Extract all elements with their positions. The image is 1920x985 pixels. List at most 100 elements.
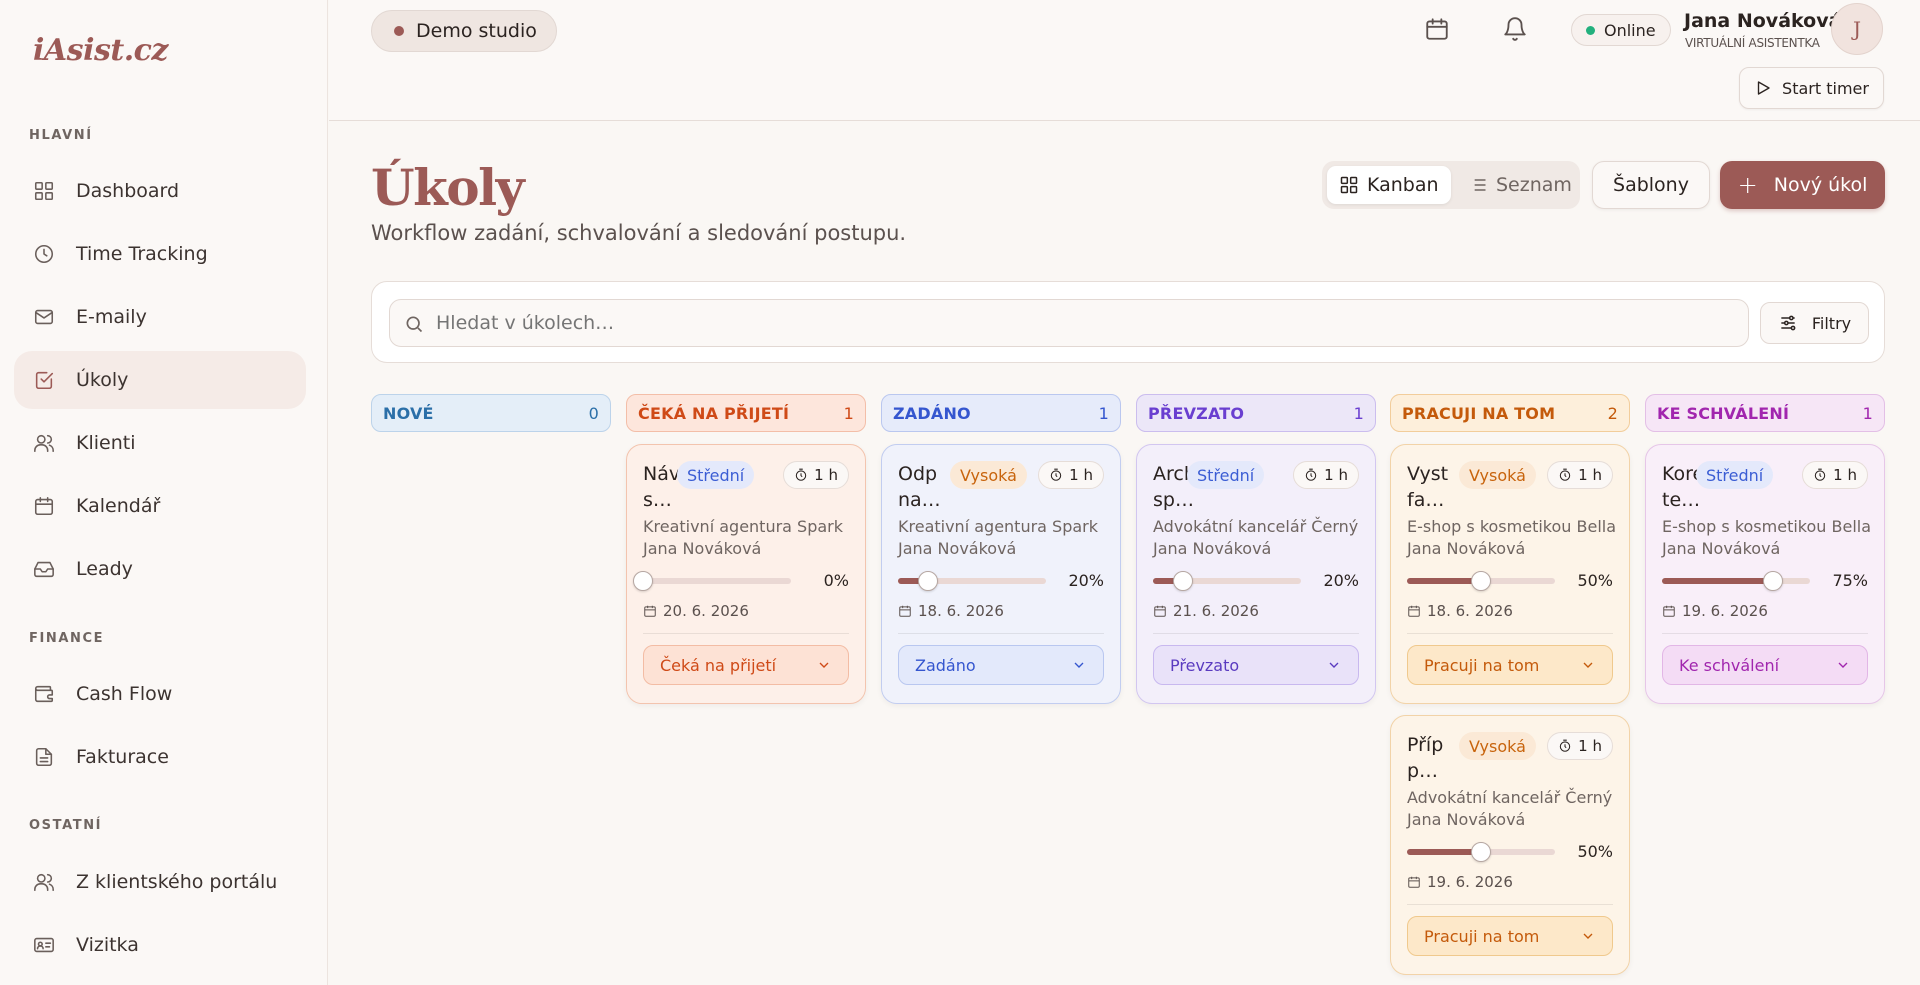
new-task-button[interactable]: + Nový úkol bbox=[1720, 161, 1885, 209]
estimate-badge: 1 h bbox=[1802, 461, 1868, 489]
progress-slider[interactable] bbox=[1662, 571, 1810, 591]
timer-icon bbox=[1050, 468, 1062, 481]
status-select[interactable]: Pracuji na tom bbox=[1407, 645, 1613, 685]
progress-slider[interactable] bbox=[898, 571, 1046, 591]
progress-slider[interactable] bbox=[1407, 571, 1555, 591]
task-title-line: na… bbox=[898, 489, 941, 511]
status-select-value: Pracuji na tom bbox=[1424, 655, 1540, 675]
id-card-icon bbox=[32, 933, 56, 957]
avatar[interactable]: J bbox=[1831, 3, 1883, 55]
sliders-icon bbox=[1781, 315, 1796, 331]
estimate-label: 1 h bbox=[1578, 466, 1602, 484]
progress-handle[interactable] bbox=[633, 571, 653, 591]
view-list-button[interactable]: Seznam bbox=[1456, 166, 1584, 204]
task-client: E-shop s kosmetikou Bella bbox=[1662, 517, 1872, 536]
status-select[interactable]: Převzato bbox=[1153, 645, 1359, 685]
task-title-line: fa… bbox=[1407, 489, 1445, 511]
search-input[interactable] bbox=[389, 299, 1749, 347]
user-role: VIRTUÁLNÍ ASISTENTKA bbox=[1685, 36, 1820, 50]
bell-icon[interactable] bbox=[1500, 14, 1530, 44]
progress-handle[interactable] bbox=[1471, 571, 1491, 591]
task-card[interactable]: Odp na… Vysoká 1 h Kreativní agentura Sp… bbox=[881, 444, 1121, 704]
progress-slider[interactable] bbox=[1407, 842, 1555, 862]
progress-fill bbox=[1407, 578, 1481, 584]
templates-button[interactable]: Šablony bbox=[1592, 161, 1710, 209]
sidebar-item-label: Úkoly bbox=[76, 369, 129, 391]
grid-icon bbox=[1340, 176, 1358, 194]
progress-handle[interactable] bbox=[918, 571, 938, 591]
task-card[interactable]: Vyst fa… Vysoká 1 h E-shop s kosmetikou … bbox=[1390, 444, 1630, 704]
status-select[interactable]: Čeká na přijetí bbox=[643, 645, 849, 685]
sidebar-item-invoicing[interactable]: Fakturace bbox=[14, 728, 306, 786]
sidebar-item-cash-flow[interactable]: Cash Flow bbox=[14, 665, 306, 723]
due-date: 21. 6. 2026 bbox=[1153, 602, 1259, 620]
task-card[interactable]: Kore te… Střední 1 h E-shop s kosmetikou… bbox=[1645, 444, 1885, 704]
start-timer-button[interactable]: Start timer bbox=[1739, 67, 1884, 109]
estimate-badge: 1 h bbox=[1293, 461, 1359, 489]
status-badge[interactable]: Online bbox=[1571, 14, 1671, 46]
task-title[interactable]: Vyst fa… bbox=[1407, 461, 1452, 513]
estimate-label: 1 h bbox=[1833, 466, 1857, 484]
sidebar-item-time-tracking[interactable]: Time Tracking bbox=[14, 225, 306, 283]
status-select[interactable]: Pracuji na tom bbox=[1407, 916, 1613, 956]
sidebar-item-calendar[interactable]: Kalendář bbox=[14, 477, 306, 535]
studio-switcher[interactable]: Demo studio bbox=[371, 10, 557, 52]
sidebar-item-leads[interactable]: Leady bbox=[14, 540, 306, 598]
task-client: Kreativní agentura Spark bbox=[643, 517, 844, 536]
filters-button[interactable]: Filtry bbox=[1760, 302, 1869, 344]
estimate-label: 1 h bbox=[1069, 466, 1093, 484]
app-logo[interactable]: iAsist.cz bbox=[33, 33, 168, 68]
calendar-icon[interactable] bbox=[1422, 14, 1452, 44]
new-task-label: Nový úkol bbox=[1773, 174, 1868, 196]
estimate-label: 1 h bbox=[1578, 737, 1602, 755]
task-card[interactable]: Příp p… Vysoká 1 h Advokátní kancelář Če… bbox=[1390, 715, 1630, 975]
card-divider bbox=[1662, 633, 1868, 634]
page-title: Úkoly bbox=[371, 158, 525, 217]
sidebar-item-dashboard[interactable]: Dashboard bbox=[14, 162, 306, 220]
calendar-icon bbox=[1154, 605, 1166, 617]
card-divider bbox=[898, 633, 1104, 634]
file-icon bbox=[32, 745, 56, 769]
status-select[interactable]: Ke schválení bbox=[1662, 645, 1868, 685]
progress-slider[interactable] bbox=[1153, 571, 1301, 591]
task-card[interactable]: Návi s… Střední 1 h Kreativní agentura S… bbox=[626, 444, 866, 704]
chevron-down-icon bbox=[1329, 662, 1339, 668]
column-header-assigned: ZADÁNO 1 bbox=[881, 394, 1121, 432]
progress-slider[interactable] bbox=[633, 571, 791, 591]
progress-handle[interactable] bbox=[1471, 842, 1491, 862]
task-card[interactable]: Arch sp… Střední 1 h Advokátní kancelář … bbox=[1136, 444, 1376, 704]
column-header-new: NOVÉ 0 bbox=[371, 394, 611, 432]
column-title: PŘEVZATO bbox=[1148, 403, 1245, 423]
chevron-down-icon bbox=[1074, 662, 1084, 668]
progress-handle[interactable] bbox=[1763, 571, 1783, 591]
chevron-down-icon bbox=[1838, 662, 1848, 668]
sidebar-item-business-card[interactable]: Vizitka bbox=[14, 916, 306, 974]
calendar-icon bbox=[1408, 876, 1420, 888]
status-select-value: Ke schválení bbox=[1679, 655, 1780, 675]
column-title: PRACUJI NA TOM bbox=[1402, 403, 1556, 423]
card-divider bbox=[1153, 633, 1359, 634]
filters-label: Filtry bbox=[1811, 313, 1852, 333]
task-title[interactable]: Odp na… bbox=[898, 461, 943, 513]
sidebar-item-label: Time Tracking bbox=[76, 243, 208, 265]
view-kanban-button[interactable]: Kanban bbox=[1327, 166, 1451, 204]
timer-icon bbox=[795, 468, 807, 481]
sidebar-item-tasks[interactable]: Úkoly bbox=[14, 351, 306, 409]
status-select[interactable]: Zadáno bbox=[898, 645, 1104, 685]
sidebar-item-client-portal[interactable]: Z klientského portálu bbox=[14, 853, 306, 911]
sidebar-item-label: Cash Flow bbox=[76, 683, 173, 705]
users-icon bbox=[32, 431, 56, 455]
sidebar-item-clients[interactable]: Klienti bbox=[14, 414, 306, 472]
studio-label: Demo studio bbox=[416, 20, 537, 42]
task-client: E-shop s kosmetikou Bella bbox=[1407, 517, 1617, 536]
due-date: 20. 6. 2026 bbox=[643, 602, 749, 620]
status-select-value: Zadáno bbox=[915, 655, 976, 675]
column-count: 1 bbox=[1862, 403, 1873, 423]
progress-handle[interactable] bbox=[1173, 571, 1193, 591]
column-title: ZADÁNO bbox=[893, 403, 971, 423]
task-client: Advokátní kancelář Černý bbox=[1153, 517, 1359, 536]
sidebar-item-emails[interactable]: E-maily bbox=[14, 288, 306, 346]
column-header-review: KE SCHVÁLENÍ 1 bbox=[1645, 394, 1885, 432]
task-title[interactable]: Příp p… bbox=[1407, 732, 1452, 784]
column-title: KE SCHVÁLENÍ bbox=[1657, 403, 1790, 423]
